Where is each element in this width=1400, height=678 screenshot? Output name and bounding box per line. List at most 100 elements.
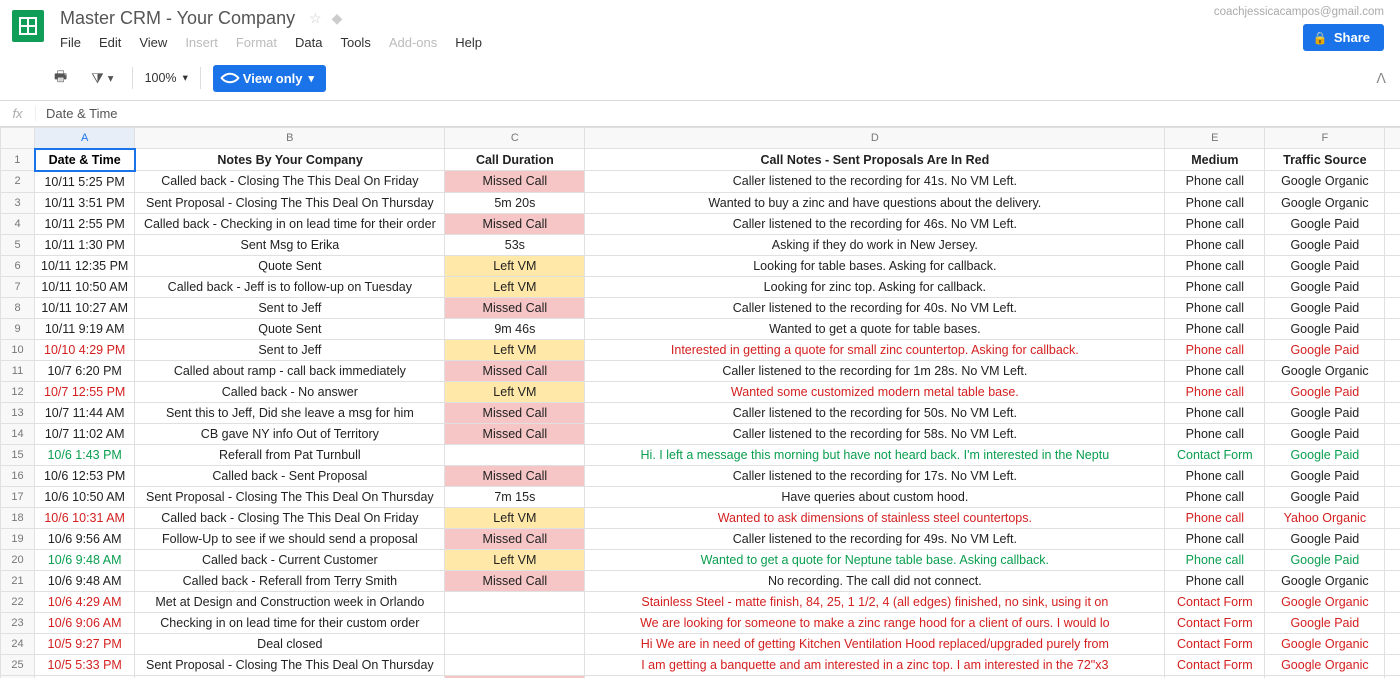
cell-duration[interactable]: Missed Call bbox=[445, 423, 585, 444]
cell-call-notes[interactable]: Looking for zinc top. Asking for callbac… bbox=[585, 276, 1165, 297]
cell-call-notes[interactable]: Caller listened to the recording for 40s… bbox=[585, 297, 1165, 318]
cell-call-notes[interactable]: Caller listened to the recording for 58s… bbox=[585, 423, 1165, 444]
print-icon[interactable]: 🖶 bbox=[48, 62, 73, 94]
cell-medium[interactable]: Contact Form bbox=[1165, 591, 1265, 612]
cell-medium[interactable]: Phone call bbox=[1165, 381, 1265, 402]
cell-source[interactable]: Yahoo Organic bbox=[1265, 507, 1385, 528]
cell-datetime[interactable]: 10/11 2:55 PM bbox=[35, 213, 135, 234]
menu-data[interactable]: Data bbox=[295, 35, 322, 50]
column-letter[interactable]: G bbox=[1385, 128, 1400, 149]
cell-notes[interactable]: Called back - Referall from Terry Smith bbox=[135, 570, 445, 591]
row-number[interactable]: 6 bbox=[1, 255, 35, 276]
cell-phone[interactable]: 312-888-9402 bbox=[1385, 255, 1400, 276]
menu-edit[interactable]: Edit bbox=[99, 35, 121, 50]
cell-source[interactable]: Google Paid bbox=[1265, 549, 1385, 570]
cell-medium[interactable]: Phone call bbox=[1165, 297, 1265, 318]
column-letter[interactable]: E bbox=[1165, 128, 1265, 149]
cell-call-notes[interactable]: Caller listened to the recording for 50s… bbox=[585, 402, 1165, 423]
cell-notes[interactable]: Sent Proposal - Closing The This Deal On… bbox=[135, 654, 445, 675]
cell-phone[interactable]: 917-838-2946 bbox=[1385, 381, 1400, 402]
cell-notes[interactable]: Called back - Closing The This Deal On F… bbox=[135, 171, 445, 193]
cell-call-notes[interactable]: Looking for table bases. Asking for call… bbox=[585, 255, 1165, 276]
drive-icon[interactable]: ◆ bbox=[332, 10, 343, 27]
cell-phone[interactable]: 910-578-6027 bbox=[1385, 486, 1400, 507]
cell-notes[interactable]: Sent to Jeff bbox=[135, 297, 445, 318]
row-number[interactable]: 14 bbox=[1, 423, 35, 444]
cell-medium[interactable]: Phone call bbox=[1165, 255, 1265, 276]
cell-duration[interactable]: 9m 46s bbox=[445, 318, 585, 339]
cell-call-notes[interactable]: Hi. I left a message this morning but ha… bbox=[585, 444, 1165, 465]
cell-call-notes[interactable]: Hi We are in need of getting Kitchen Ven… bbox=[585, 633, 1165, 654]
cell-datetime[interactable]: 10/10 4:29 PM bbox=[35, 339, 135, 360]
spreadsheet-grid[interactable]: ABCDEFG1Date & TimeNotes By Your Company… bbox=[0, 127, 1400, 678]
cell-source[interactable]: Google Paid bbox=[1265, 339, 1385, 360]
row-number[interactable]: 2 bbox=[1, 171, 35, 193]
cell-source[interactable]: Google Organic bbox=[1265, 633, 1385, 654]
cell-datetime[interactable]: 10/11 9:19 AM bbox=[35, 318, 135, 339]
sheets-logo[interactable] bbox=[8, 6, 48, 46]
row-number[interactable]: 12 bbox=[1, 381, 35, 402]
formula-value[interactable]: Date & Time bbox=[36, 106, 1400, 121]
cell-medium[interactable]: Phone call bbox=[1165, 234, 1265, 255]
cell-medium[interactable]: Phone call bbox=[1165, 549, 1265, 570]
cell-source[interactable]: Google Paid bbox=[1265, 234, 1385, 255]
menu-help[interactable]: Help bbox=[455, 35, 482, 50]
cell-duration[interactable] bbox=[445, 444, 585, 465]
cell-duration[interactable]: Left VM bbox=[445, 381, 585, 402]
cell-call-notes[interactable]: Asking if they do work in New Jersey. bbox=[585, 234, 1165, 255]
cell-notes[interactable]: Met at Design and Construction week in O… bbox=[135, 591, 445, 612]
cell-datetime[interactable]: 10/11 10:50 AM bbox=[35, 276, 135, 297]
cell-duration[interactable] bbox=[445, 654, 585, 675]
document-title[interactable]: Master CRM - Your Company bbox=[56, 6, 299, 31]
column-header[interactable]: Medium bbox=[1165, 149, 1265, 171]
cell-medium[interactable]: Phone call bbox=[1165, 360, 1265, 381]
column-header[interactable]: Date & Time bbox=[35, 149, 135, 171]
row-number[interactable]: 10 bbox=[1, 339, 35, 360]
share-button[interactable]: 🔒 Share bbox=[1303, 24, 1384, 51]
cell-phone[interactable]: 757-573-8728 bbox=[1385, 444, 1400, 465]
cell-notes[interactable]: CB gave NY info Out of Territory bbox=[135, 423, 445, 444]
cell-notes[interactable]: Deal closed bbox=[135, 633, 445, 654]
menu-view[interactable]: View bbox=[139, 35, 167, 50]
cell-call-notes[interactable]: Caller listened to the recording for 17s… bbox=[585, 465, 1165, 486]
cell-source[interactable]: Google Paid bbox=[1265, 255, 1385, 276]
row-number[interactable]: 22 bbox=[1, 591, 35, 612]
cell-phone[interactable]: 757-573-8728 bbox=[1385, 570, 1400, 591]
cell-phone[interactable]: 847-845-2890 bbox=[1385, 465, 1400, 486]
row-number[interactable]: 3 bbox=[1, 192, 35, 213]
cell-phone[interactable]: 312-622-8345 bbox=[1385, 318, 1400, 339]
cell-call-notes[interactable]: Wanted to buy a zinc and have questions … bbox=[585, 192, 1165, 213]
cell-call-notes[interactable]: Caller listened to the recording for 41s… bbox=[585, 171, 1165, 193]
cell-datetime[interactable]: 10/6 1:43 PM bbox=[35, 444, 135, 465]
cell-notes[interactable]: Sent Proposal - Closing The This Deal On… bbox=[135, 486, 445, 507]
cell-datetime[interactable]: 10/11 1:30 PM bbox=[35, 234, 135, 255]
cell-call-notes[interactable]: Have queries about custom hood. bbox=[585, 486, 1165, 507]
cell-medium[interactable]: Contact Form bbox=[1165, 444, 1265, 465]
cell-notes[interactable]: Called about ramp - call back immediatel… bbox=[135, 360, 445, 381]
cell-source[interactable]: Google Paid bbox=[1265, 297, 1385, 318]
cell-call-notes[interactable]: Caller listened to the recording for 49s… bbox=[585, 528, 1165, 549]
row-number[interactable]: 25 bbox=[1, 654, 35, 675]
cell-duration[interactable] bbox=[445, 612, 585, 633]
cell-medium[interactable]: Phone call bbox=[1165, 486, 1265, 507]
cell-phone[interactable]: 631-792-2088 bbox=[1385, 528, 1400, 549]
cell-duration[interactable]: Left VM bbox=[445, 507, 585, 528]
cell-duration[interactable]: Missed Call bbox=[445, 465, 585, 486]
cell-source[interactable]: Google Organic bbox=[1265, 654, 1385, 675]
menu-tools[interactable]: Tools bbox=[340, 35, 370, 50]
cell-phone[interactable]: 801-703-4017 bbox=[1385, 654, 1400, 675]
cell-notes[interactable]: Called back - Current Customer bbox=[135, 549, 445, 570]
cell-duration[interactable]: Left VM bbox=[445, 255, 585, 276]
cell-datetime[interactable]: 10/6 9:06 AM bbox=[35, 612, 135, 633]
cell-medium[interactable]: Phone call bbox=[1165, 465, 1265, 486]
column-letter[interactable]: B bbox=[135, 128, 445, 149]
cell-source[interactable]: Google Paid bbox=[1265, 528, 1385, 549]
cell-source[interactable]: Google Paid bbox=[1265, 486, 1385, 507]
view-only-button[interactable]: View only ▾ bbox=[213, 65, 326, 92]
cell-call-notes[interactable]: Wanted some customized modern metal tabl… bbox=[585, 381, 1165, 402]
cell-notes[interactable]: Referall from Pat Turnbull bbox=[135, 444, 445, 465]
column-letter[interactable]: F bbox=[1265, 128, 1385, 149]
cell-duration[interactable] bbox=[445, 633, 585, 654]
cell-datetime[interactable]: 10/6 4:29 AM bbox=[35, 591, 135, 612]
cell-datetime[interactable]: 10/6 9:56 AM bbox=[35, 528, 135, 549]
